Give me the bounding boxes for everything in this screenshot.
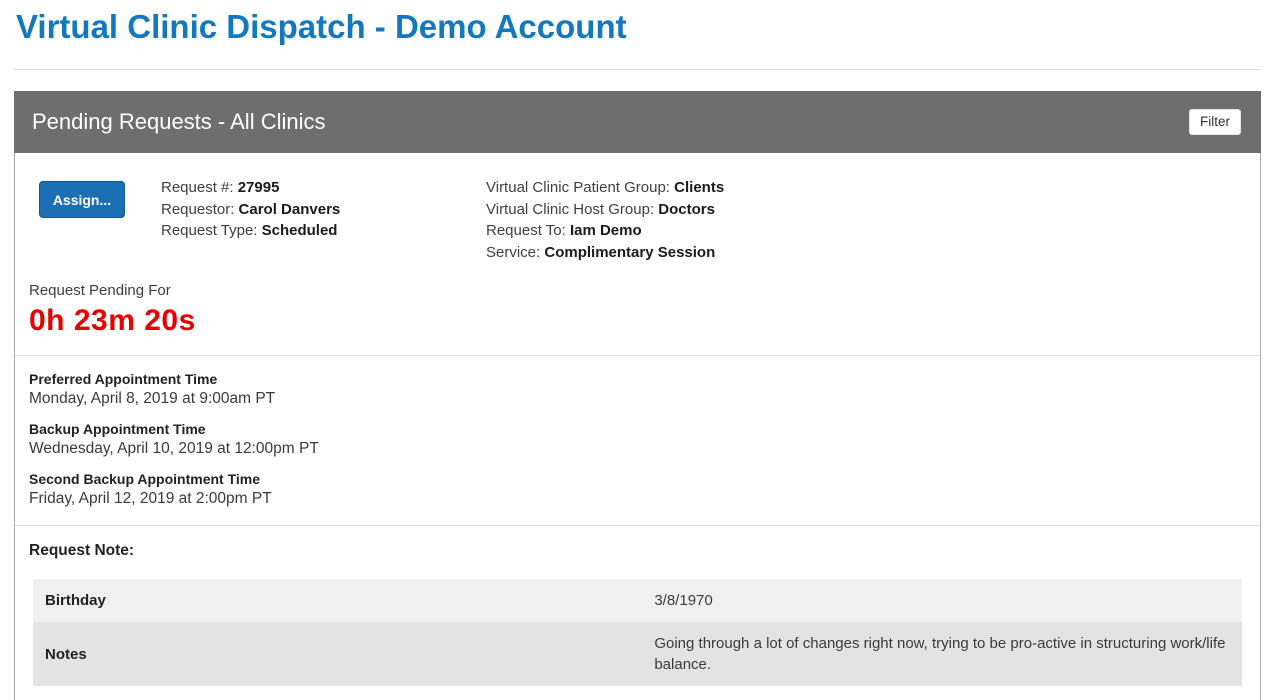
request-details-right: Virtual Clinic Patient Group: Clients Vi… [486, 177, 1260, 263]
second-backup-appointment: Second Backup Appointment Time Friday, A… [29, 471, 1260, 508]
request-details-left: Request #: 27995 Requestor: Carol Danver… [161, 177, 486, 242]
note-field-label: Notes [33, 622, 642, 686]
pending-block: Request Pending For 0h 23m 20s [29, 282, 1260, 338]
pending-timer: 0h 23m 20s [29, 304, 1260, 338]
request-note-label: Request Note: [29, 542, 1260, 560]
section-divider [15, 525, 1260, 526]
detail-service: Service: Complimentary Session [486, 242, 1260, 264]
table-row-birthday: Birthday 3/8/1970 [33, 579, 1242, 622]
detail-request-number: Request #: 27995 [161, 177, 486, 199]
panel-body: Assign... Request #: 27995 Requestor: Ca… [14, 153, 1261, 700]
pending-requests-panel: Pending Requests - All Clinics Filter As… [14, 91, 1261, 700]
note-field-value: Going through a lot of changes right now… [642, 622, 1242, 686]
detail-requestor: Requestor: Carol Danvers [161, 199, 486, 221]
detail-host-group: Virtual Clinic Host Group: Doctors [486, 199, 1260, 221]
panel-header: Pending Requests - All Clinics Filter [14, 91, 1261, 153]
table-row-notes: Notes Going through a lot of changes rig… [33, 622, 1242, 686]
detail-request-to: Request To: Iam Demo [486, 220, 1260, 242]
backup-appointment: Backup Appointment Time Wednesday, April… [29, 421, 1260, 458]
filter-button[interactable]: Filter [1189, 109, 1241, 135]
panel-header-title: Pending Requests - All Clinics [32, 109, 325, 135]
section-divider [15, 355, 1260, 356]
preferred-appointment: Preferred Appointment Time Monday, April… [29, 371, 1260, 408]
note-field-value: 3/8/1970 [642, 579, 1242, 622]
page-title: Virtual Clinic Dispatch - Demo Account [14, 0, 1261, 46]
appointments-section: Preferred Appointment Time Monday, April… [29, 371, 1260, 508]
pending-label: Request Pending For [29, 282, 1260, 299]
assign-column: Assign... [15, 177, 161, 218]
page: Virtual Clinic Dispatch - Demo Account P… [0, 0, 1275, 700]
detail-request-type: Request Type: Scheduled [161, 220, 486, 242]
title-divider [14, 69, 1261, 70]
request-summary-row: Assign... Request #: 27995 Requestor: Ca… [15, 177, 1260, 263]
detail-patient-group: Virtual Clinic Patient Group: Clients [486, 177, 1260, 199]
request-note-table: Birthday 3/8/1970 Notes Going through a … [33, 579, 1242, 686]
assign-button[interactable]: Assign... [39, 181, 125, 218]
note-field-label: Birthday [33, 579, 642, 622]
